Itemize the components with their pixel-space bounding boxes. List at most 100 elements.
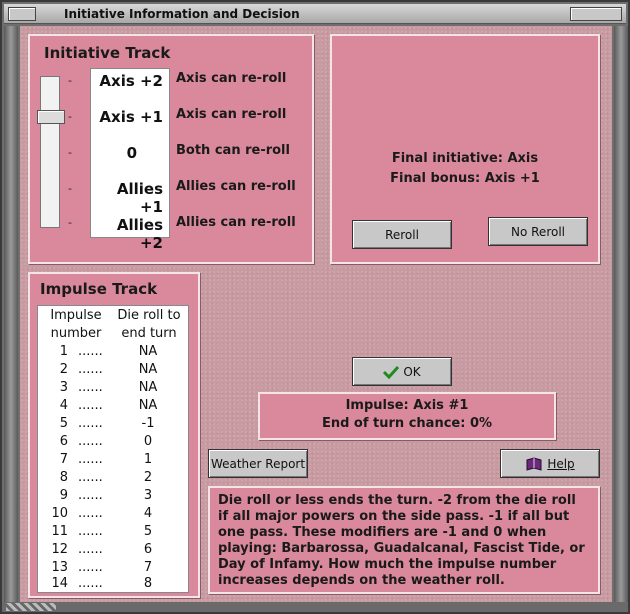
die-roll-value: 3 [143, 488, 153, 503]
left-frame-rail [4, 26, 18, 602]
dot-leader: ...... [78, 434, 103, 449]
dot-leader: ...... [78, 506, 103, 521]
slider-tick: - [68, 110, 72, 123]
table-row: 2...... NA [38, 362, 188, 380]
resize-grip[interactable] [6, 603, 56, 611]
level-axis-plus-2: Axis +2 [99, 72, 163, 90]
impulse-number: 4 [59, 398, 68, 413]
impulse-col-header-line1: Impulse [50, 308, 102, 323]
level-allies-plus-2: Allies +2 [116, 216, 163, 252]
table-row: 8...... 2 [38, 470, 188, 488]
die-roll-value: NA [138, 380, 158, 395]
table-row: 3...... NA [38, 380, 188, 398]
level-zero: 0 [126, 144, 137, 162]
slider-tick: - [68, 146, 72, 159]
dot-leader: ...... [78, 380, 103, 395]
initiative-levels-box: Axis +2 Axis +1 0 Allies +1 Allies +2 [90, 68, 170, 252]
die-roll-value: 0 [143, 434, 153, 449]
impulse-number: 2 [59, 362, 68, 377]
end-turn-chance-text: End of turn chance: 0% [321, 416, 493, 431]
initiative-slider-track[interactable] [40, 76, 60, 228]
slider-tick: - [68, 74, 72, 87]
rules-description-box: Die roll or less ends the turn. -2 from … [208, 486, 600, 594]
impulse-number: 10 [51, 506, 68, 521]
level-allies-plus-1: Allies +1 [116, 180, 163, 216]
dot-leader: ...... [78, 542, 103, 557]
title-bar[interactable]: Initiative Information and Decision [4, 4, 626, 24]
die-roll-value: 4 [143, 506, 153, 521]
impulse-number: 7 [59, 452, 68, 467]
dialog-window: Initiative Information and Decision Init… [0, 0, 630, 614]
impulse-number: 14 [51, 576, 68, 591]
no-reroll-button[interactable]: No Reroll [488, 217, 588, 246]
system-menu-button[interactable] [8, 7, 36, 21]
dot-leader: ...... [78, 398, 103, 413]
dot-leader: ...... [78, 488, 103, 503]
level-desc-allies-plus-2: Allies can re-roll [176, 215, 296, 230]
ok-label: OK [403, 364, 421, 379]
right-frame-rail [614, 26, 628, 602]
die-roll-value: 7 [143, 560, 153, 575]
table-row: 12...... 6 [38, 542, 188, 560]
die-roll-col-header-line1: Die roll to [117, 308, 181, 323]
bottom-frame [2, 602, 628, 612]
level-axis-plus-1: Axis +1 [99, 108, 163, 126]
die-roll-value: 6 [143, 542, 153, 557]
impulse-number: 8 [59, 470, 68, 485]
book-icon [526, 456, 542, 471]
slider-tick: - [68, 182, 72, 195]
final-bonus-text: Final bonus: Axis +1 [390, 171, 540, 186]
window-controls[interactable] [570, 7, 622, 21]
impulse-status-box: Impulse: Axis #1 End of turn chance: 0% [258, 392, 556, 440]
table-row: 11...... 5 [38, 524, 188, 542]
weather-report-button[interactable]: Weather Report [208, 449, 308, 478]
level-desc-allies-plus-1: Allies can re-roll [176, 179, 296, 194]
impulse-number: 1 [59, 344, 68, 359]
impulse-number: 9 [59, 488, 68, 503]
dot-leader: ...... [78, 470, 103, 485]
impulse-number: 3 [59, 380, 68, 395]
table-row: 14...... 8 [38, 576, 188, 594]
window-title: Initiative Information and Decision [64, 7, 300, 21]
dot-leader: ...... [78, 452, 103, 467]
table-row: 4...... NA [38, 398, 188, 416]
help-label: Help [547, 456, 575, 471]
die-roll-value: 5 [143, 524, 153, 539]
die-roll-value: 1 [143, 452, 153, 467]
ok-button[interactable]: OK [352, 357, 452, 386]
initiative-track-title: Initiative Track [44, 44, 171, 62]
table-row: 9...... 3 [38, 488, 188, 506]
initiative-slider-thumb[interactable] [37, 110, 65, 124]
impulse-track-table: Impulse number Die roll to end turn 1...… [37, 305, 189, 593]
table-row: 1...... NA [38, 344, 188, 362]
impulse-track-title: Impulse Track [40, 280, 158, 298]
die-roll-value: -1 [141, 416, 155, 431]
level-desc-axis-plus-1: Axis can re-roll [176, 107, 287, 122]
dot-leader: ...... [78, 362, 103, 377]
dot-leader: ...... [78, 416, 103, 431]
impulse-number: 12 [51, 542, 68, 557]
help-button[interactable]: Help [500, 449, 600, 478]
die-roll-value: NA [138, 398, 158, 413]
die-roll-col-header-line2: end turn [121, 326, 177, 341]
die-roll-value: NA [138, 344, 158, 359]
reroll-button[interactable]: Reroll [352, 220, 452, 249]
check-icon [383, 365, 400, 379]
impulse-number: 11 [51, 524, 68, 539]
die-roll-value: NA [138, 362, 158, 377]
impulse-status-text: Impulse: Axis #1 [345, 398, 469, 413]
impulse-number: 6 [59, 434, 68, 449]
die-roll-value: 8 [143, 576, 153, 591]
impulse-col-header-line2: number [50, 326, 102, 341]
table-row: 6...... 0 [38, 434, 188, 452]
final-initiative-text: Final initiative: Axis [391, 151, 539, 166]
dot-leader: ...... [78, 524, 103, 539]
level-desc-zero: Both can re-roll [176, 143, 290, 158]
table-row: 5...... -1 [38, 416, 188, 434]
level-desc-axis-plus-2: Axis can re-roll [176, 71, 287, 86]
table-row: 7...... 1 [38, 452, 188, 470]
dot-leader: ...... [78, 576, 103, 591]
impulse-number: 13 [51, 560, 68, 575]
dot-leader: ...... [78, 560, 103, 575]
die-roll-value: 2 [143, 470, 153, 485]
